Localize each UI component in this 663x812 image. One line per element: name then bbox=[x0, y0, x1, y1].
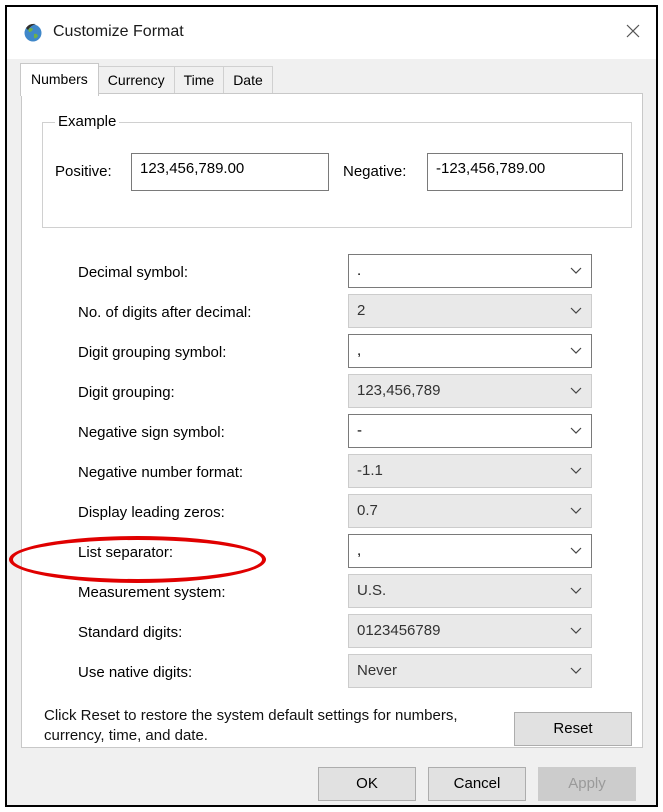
positive-label: Positive: bbox=[55, 163, 112, 180]
customize-format-dialog: Customize Format Numbers Currency Time D… bbox=[5, 5, 658, 807]
chevron-down-icon bbox=[570, 427, 582, 434]
close-button[interactable] bbox=[616, 16, 650, 50]
standard-digits-value: 0123456789 bbox=[357, 622, 441, 639]
digits-after-decimal-dropdown[interactable]: 2 bbox=[348, 294, 592, 328]
negative-sign-symbol-value: - bbox=[357, 422, 362, 439]
ok-button[interactable]: OK bbox=[318, 767, 416, 801]
close-icon bbox=[626, 24, 640, 42]
use-native-digits-dropdown[interactable]: Never bbox=[348, 654, 592, 688]
chevron-down-icon bbox=[570, 267, 582, 274]
chevron-down-icon bbox=[570, 307, 582, 314]
example-groupbox: Example Positive: 123,456,789.00 Negativ… bbox=[42, 113, 632, 228]
digit-grouping-value: 123,456,789 bbox=[357, 382, 441, 399]
chevron-down-icon bbox=[570, 347, 582, 354]
window-title: Customize Format bbox=[53, 23, 184, 40]
tab-date[interactable]: Date bbox=[223, 66, 273, 95]
chevron-down-icon bbox=[570, 507, 582, 514]
title-bar: Customize Format bbox=[7, 7, 656, 59]
display-leading-zeros-label: Display leading zeros: bbox=[78, 504, 225, 521]
chevron-down-icon bbox=[570, 627, 582, 634]
digits-after-decimal-value: 2 bbox=[357, 302, 366, 319]
region-globe-icon bbox=[23, 23, 43, 43]
display-leading-zeros-value: 0.7 bbox=[357, 502, 378, 519]
chevron-down-icon bbox=[570, 667, 582, 674]
standard-digits-dropdown[interactable]: 0123456789 bbox=[348, 614, 592, 648]
measurement-system-label: Measurement system: bbox=[78, 584, 226, 601]
list-separator-value: , bbox=[357, 542, 362, 559]
negative-sign-symbol-combobox[interactable]: - bbox=[348, 414, 592, 448]
negative-example-field: -123,456,789.00 bbox=[427, 153, 623, 191]
standard-digits-label: Standard digits: bbox=[78, 624, 183, 641]
use-native-digits-value: Never bbox=[357, 662, 398, 679]
display-leading-zeros-dropdown[interactable]: 0.7 bbox=[348, 494, 592, 528]
chevron-down-icon bbox=[570, 387, 582, 394]
negative-label: Negative: bbox=[343, 163, 407, 180]
decimal-symbol-combobox[interactable]: . bbox=[348, 254, 592, 288]
negative-sign-symbol-label: Negative sign symbol: bbox=[78, 424, 225, 441]
digit-grouping-symbol-label: Digit grouping symbol: bbox=[78, 344, 227, 361]
chevron-down-icon bbox=[570, 467, 582, 474]
digit-grouping-dropdown[interactable]: 123,456,789 bbox=[348, 374, 592, 408]
decimal-symbol-value: . bbox=[357, 262, 362, 279]
digit-grouping-symbol-value: , bbox=[357, 342, 362, 359]
numbers-tab-panel: Example Positive: 123,456,789.00 Negativ… bbox=[21, 93, 643, 748]
tab-currency[interactable]: Currency bbox=[97, 66, 175, 95]
decimal-symbol-label: Decimal symbol: bbox=[78, 264, 189, 281]
apply-button[interactable]: Apply bbox=[538, 767, 636, 801]
cancel-button[interactable]: Cancel bbox=[428, 767, 526, 801]
digits-after-decimal-label: No. of digits after decimal: bbox=[78, 304, 252, 321]
positive-example-field: 123,456,789.00 bbox=[131, 153, 329, 191]
tab-strip: Numbers Currency Time Date bbox=[20, 63, 273, 96]
negative-number-format-label: Negative number format: bbox=[78, 464, 244, 481]
tab-numbers[interactable]: Numbers bbox=[20, 63, 99, 96]
use-native-digits-label: Use native digits: bbox=[78, 664, 193, 681]
tab-time[interactable]: Time bbox=[173, 66, 225, 95]
digit-grouping-label: Digit grouping: bbox=[78, 384, 175, 401]
negative-number-format-value: -1.1 bbox=[357, 462, 383, 479]
negative-number-format-dropdown[interactable]: -1.1 bbox=[348, 454, 592, 488]
list-separator-combobox[interactable]: , bbox=[348, 534, 592, 568]
reset-instruction-text: Click Reset to restore the system defaul… bbox=[44, 707, 458, 744]
example-group-label: Example bbox=[55, 113, 120, 130]
list-separator-label: List separator: bbox=[78, 544, 174, 561]
chevron-down-icon bbox=[570, 587, 582, 594]
chevron-down-icon bbox=[570, 547, 582, 554]
reset-button[interactable]: Reset bbox=[514, 712, 632, 746]
digit-grouping-symbol-combobox[interactable]: , bbox=[348, 334, 592, 368]
measurement-system-dropdown[interactable]: U.S. bbox=[348, 574, 592, 608]
measurement-system-value: U.S. bbox=[357, 582, 387, 599]
